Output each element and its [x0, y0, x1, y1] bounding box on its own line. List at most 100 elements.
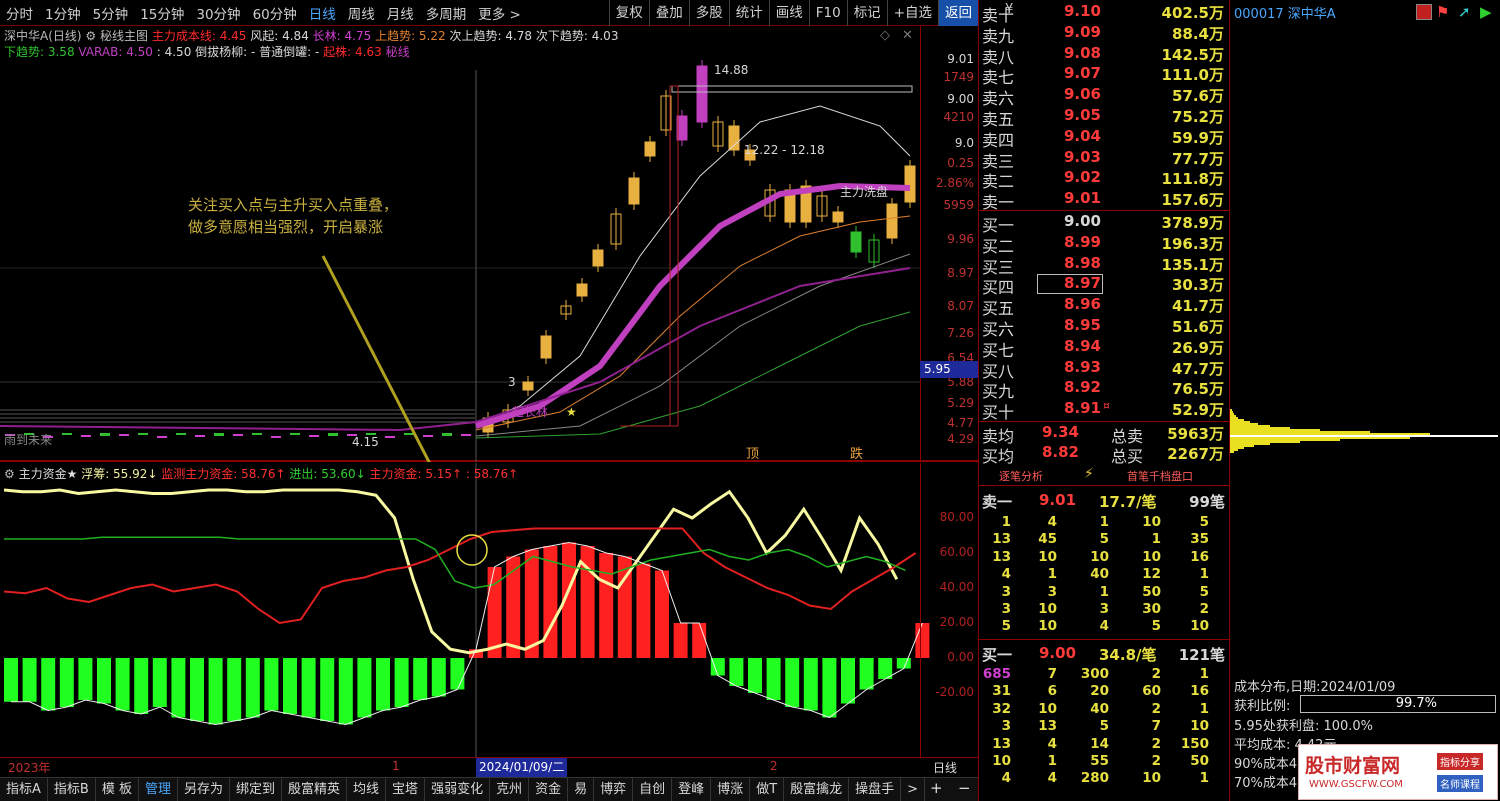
- bottom-tab-14[interactable]: 自创: [633, 777, 673, 801]
- run-icon[interactable]: ▶: [1480, 3, 1492, 21]
- bottom-tab-6[interactable]: 殷富精英: [282, 777, 348, 801]
- tick-cell: 4: [1047, 770, 1057, 787]
- toolbar-button-7[interactable]: +自选: [886, 0, 938, 26]
- tick-cell: 2: [1151, 700, 1161, 717]
- bid-row[interactable]: 买三 8.98 135.1万: [979, 254, 1229, 277]
- tick-buy-row: 4 4 280 10 1: [979, 770, 1229, 788]
- date-year: 2023年: [8, 761, 51, 775]
- bottom-tab-2[interactable]: 模 板: [96, 777, 139, 801]
- ask-row[interactable]: 卖三 9.03 77.7万: [979, 148, 1229, 171]
- period-tab-10[interactable]: 更多 >: [472, 3, 527, 23]
- tick-header-price: 9.00: [1039, 644, 1077, 662]
- period-tab-1[interactable]: 1分钟: [39, 3, 87, 23]
- toolbar-button-3[interactable]: 统计: [728, 0, 769, 26]
- bottom-tab-4[interactable]: 另存为: [178, 777, 230, 801]
- period-tab-0[interactable]: 分时: [0, 3, 39, 23]
- value-axis-label: 60.00: [939, 545, 974, 559]
- bottom-tab-12[interactable]: 易: [568, 777, 595, 801]
- gear-icon[interactable]: ⚙: [4, 467, 15, 481]
- period-tab-4[interactable]: 30分钟: [190, 3, 246, 23]
- bid-row[interactable]: 买八 8.93 47.7万: [979, 358, 1229, 381]
- ask-row[interactable]: 卖七 9.07 111.0万: [979, 64, 1229, 87]
- tick-buy-row: 13 4 14 2 150: [979, 736, 1229, 754]
- gear-icon[interactable]: ⚙: [85, 29, 96, 43]
- bid-row[interactable]: 买九 8.92 76.5万: [979, 378, 1229, 401]
- ask-row[interactable]: 卖二 9.02 111.8万: [979, 168, 1229, 191]
- candlestick-chart[interactable]: 14.88 12.22 - 12.18 主力洗盘雨到未来 起长林 4.15 3 顶 跌 ★: [0, 26, 920, 462]
- bottom-tab-7[interactable]: 均线: [347, 777, 387, 801]
- ask-row[interactable]: 卖十 9.10 ¥402.5万: [979, 2, 1229, 25]
- wash-label: 主力洗盘: [840, 184, 888, 199]
- plus-icon[interactable]: +: [930, 779, 943, 797]
- period-tab-7[interactable]: 周线: [342, 3, 381, 23]
- main-chart-panel[interactable]: 14.88 12.22 - 12.18 主力洗盘 雨到未来 起长林 4.15 3 顶 跌 ★ 深中…: [0, 26, 978, 462]
- bid-row[interactable]: 买十 8.91 52.9万 ¤: [979, 399, 1229, 422]
- bid-row[interactable]: 买一 9.00 378.9万: [979, 212, 1229, 235]
- tick-cell: 10: [1038, 618, 1057, 635]
- bid-row[interactable]: 买四 8.97 30.3万: [979, 274, 1229, 297]
- toolbar-button-2[interactable]: 多股: [688, 0, 729, 26]
- tick-cell: 3: [1001, 583, 1011, 600]
- bid-row[interactable]: 买二 8.99 196.3万: [979, 233, 1229, 256]
- capital-flow-chart[interactable]: [0, 463, 930, 757]
- toolbar-button-1[interactable]: 叠加: [648, 0, 689, 26]
- cost-dist-bar: [1230, 409, 1232, 411]
- period-tab-3[interactable]: 15分钟: [134, 3, 190, 23]
- flow-bar: [22, 658, 37, 702]
- sub-indicator-name[interactable]: 主力资金★: [19, 467, 78, 481]
- main-indicator-name[interactable]: 秘线主图: [100, 29, 148, 43]
- ob-price: 8.91: [1063, 399, 1101, 418]
- candle: [309, 435, 319, 437]
- bottom-tab-18[interactable]: 殷富擒龙: [784, 777, 850, 801]
- toolbar-button-5[interactable]: F10: [808, 0, 847, 26]
- ask-row[interactable]: 卖八 9.08 142.5万: [979, 44, 1229, 67]
- ask-row[interactable]: 卖五 9.05 75.2万: [979, 106, 1229, 129]
- bottom-tab-10[interactable]: 克州: [490, 777, 530, 801]
- price-axis-label: 9.96: [947, 232, 974, 246]
- flag-icon[interactable]: ⚑: [1436, 3, 1449, 21]
- ask-row[interactable]: 卖一 9.01 157.6万: [979, 189, 1229, 212]
- bottom-tab-16[interactable]: 博涨: [711, 777, 751, 801]
- period-tab-6[interactable]: 日线: [303, 3, 342, 23]
- bottom-tab-8[interactable]: 宝塔: [386, 777, 426, 801]
- toolbar-button-4[interactable]: 画线: [768, 0, 809, 26]
- bottom-tab-3[interactable]: 管理: [139, 777, 178, 801]
- ask-row[interactable]: 卖六 9.06 57.6万: [979, 85, 1229, 108]
- period-tab-9[interactable]: 多周期: [420, 3, 473, 23]
- toolbar-button-8[interactable]: 返回: [938, 0, 978, 26]
- period-tab-2[interactable]: 5分钟: [87, 3, 135, 23]
- ask-row[interactable]: 卖四 9.04 59.9万: [979, 127, 1229, 150]
- arrow-up-icon[interactable]: ➚: [1458, 3, 1471, 21]
- cost-title: 成本分布,日期:2024/01/09: [1234, 680, 1396, 695]
- tick-cell: 280: [1080, 770, 1109, 787]
- candle: [461, 434, 471, 436]
- period-tab-5[interactable]: 60分钟: [247, 3, 303, 23]
- lightning-icon[interactable]: ⚡: [1084, 466, 1094, 482]
- period-tab-8[interactable]: 月线: [381, 3, 420, 23]
- tab-tick-analysis[interactable]: 逐笔分析: [999, 468, 1043, 484]
- bottom-tab-15[interactable]: 登峰: [672, 777, 712, 801]
- minus-icon[interactable]: −: [958, 779, 971, 797]
- indicator-panel[interactable]: ⚙ 主力资金★ 浮筹: 55.92↓ 监测主力资金: 58.76↑ 进出: 53…: [0, 463, 978, 757]
- bid-row[interactable]: 买六 8.95 51.6万: [979, 316, 1229, 339]
- bottom-tab-0[interactable]: 指标A: [0, 777, 48, 801]
- diamond-icon[interactable]: ◇: [880, 28, 890, 43]
- bottom-tab-13[interactable]: 博弈: [594, 777, 634, 801]
- bottom-tab-1[interactable]: 指标B: [48, 777, 96, 801]
- bottom-tab-9[interactable]: 强弱变化: [425, 777, 491, 801]
- bid-row[interactable]: 买七 8.94 26.9万: [979, 337, 1229, 360]
- chart-icon[interactable]: [1416, 4, 1432, 20]
- bottom-tab-11[interactable]: 资金: [529, 777, 569, 801]
- bottom-tab-19[interactable]: 操盘手: [849, 777, 902, 801]
- bottom-tab-17[interactable]: 做T: [750, 777, 785, 801]
- flow-bar: [859, 658, 874, 690]
- ask-row[interactable]: 卖九 9.09 88.4万: [979, 23, 1229, 46]
- tab-depth-book[interactable]: 首笔千档盘口: [1127, 468, 1193, 484]
- bottom-tab-5[interactable]: 绑定到: [230, 777, 283, 801]
- bid-row[interactable]: 买五 8.96 41.7万: [979, 295, 1229, 318]
- toolbar-button-0[interactable]: 复权: [608, 0, 649, 26]
- bottom-tab-20[interactable]: >: [901, 777, 926, 801]
- close-icon[interactable]: ✕: [902, 28, 913, 43]
- toolbar-button-6[interactable]: 标记: [846, 0, 887, 26]
- candle: [696, 65, 708, 123]
